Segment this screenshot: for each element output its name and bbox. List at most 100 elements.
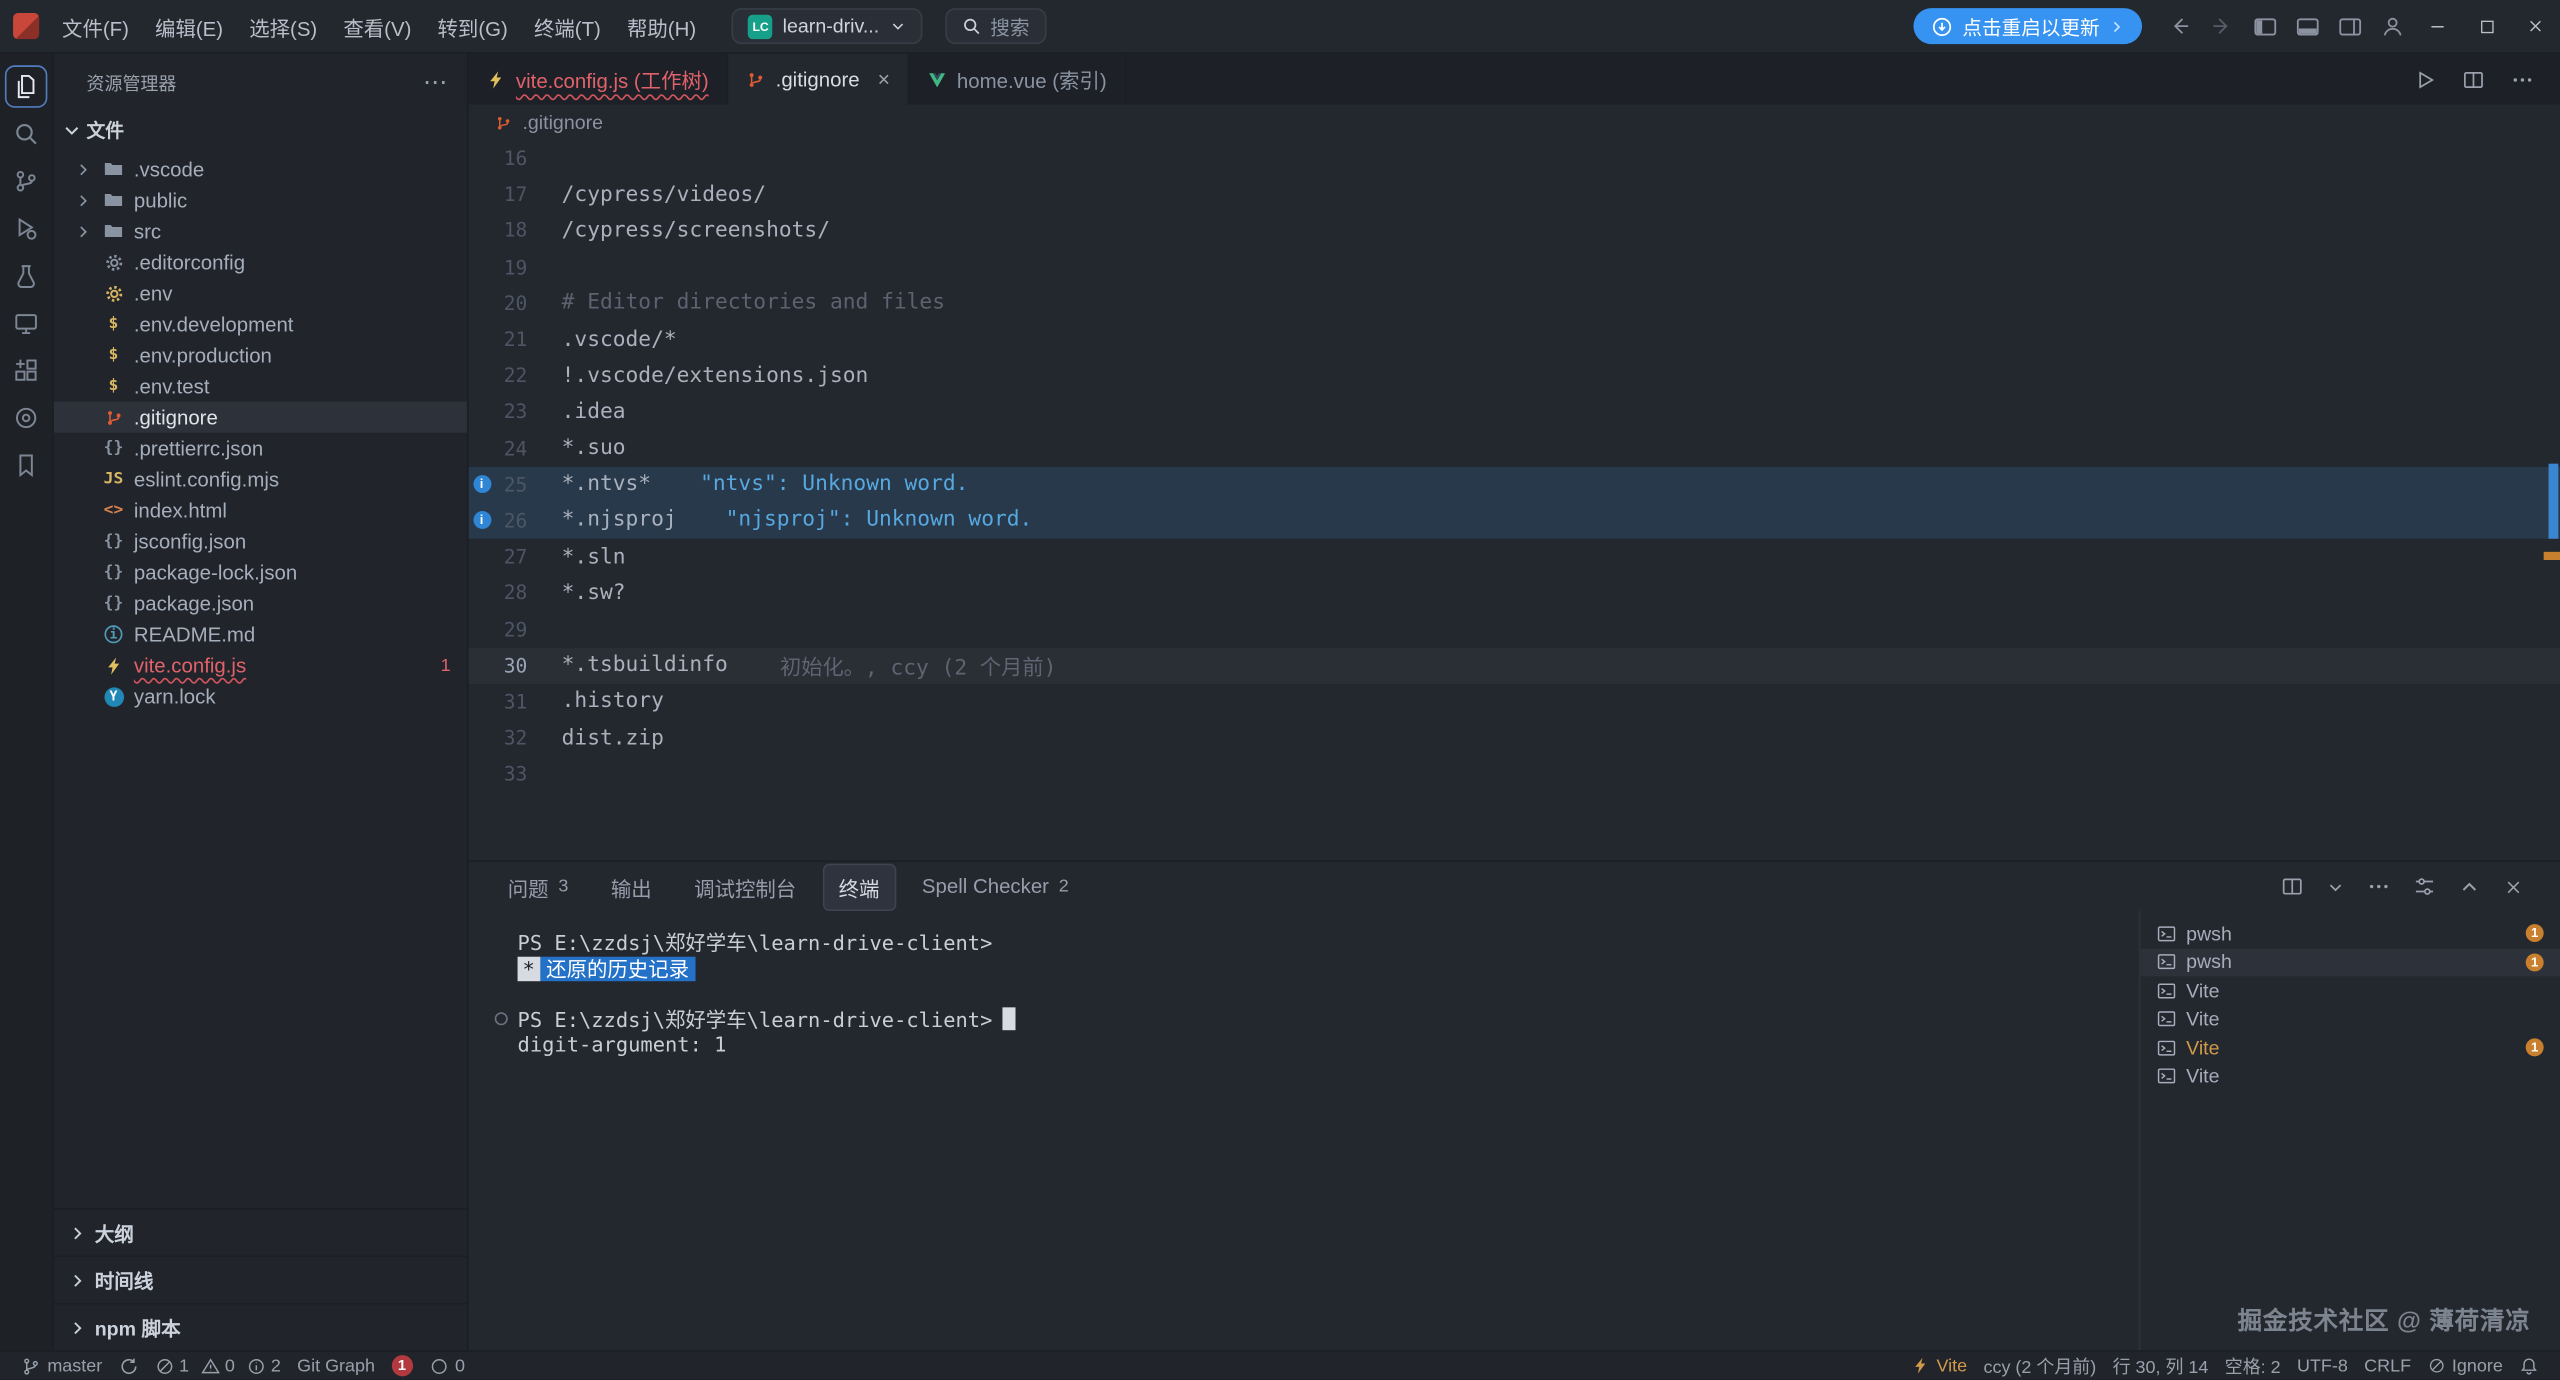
menu-view[interactable]: 查看(V): [330, 6, 424, 47]
tree-item-file-error[interactable]: vite.config.js1: [54, 650, 467, 681]
close-tab-icon[interactable]: ×: [878, 69, 890, 90]
more-actions-icon[interactable]: ⋯: [423, 74, 447, 90]
split-editor-icon[interactable]: [2462, 68, 2485, 91]
code-line[interactable]: 17/cypress/videos/: [469, 177, 2560, 213]
tree-item-file[interactable]: iREADME.md: [54, 619, 467, 650]
tab-gitignore[interactable]: .gitignore ×: [728, 54, 909, 105]
tree-item-file[interactable]: $.env.development: [54, 309, 467, 340]
maximize-button[interactable]: [2462, 0, 2511, 52]
command-center[interactable]: LC learn-driv...: [732, 8, 922, 44]
code-line[interactable]: 28*.sw?: [469, 575, 2560, 611]
encoding-status[interactable]: UTF-8: [2289, 1352, 2356, 1380]
blame-status[interactable]: ccy (2 个月前): [1975, 1352, 2104, 1380]
tab-spell-checker[interactable]: Spell Checker2: [906, 867, 1086, 906]
code-line[interactable]: 16: [469, 140, 2560, 176]
more-actions-icon[interactable]: [2511, 68, 2534, 91]
toggle-sidebar-icon[interactable]: [2243, 0, 2285, 52]
code-line[interactable]: 19: [469, 249, 2560, 285]
forward-button[interactable]: [2201, 0, 2243, 52]
menu-selection[interactable]: 选择(S): [236, 6, 330, 47]
terminal-content[interactable]: PS E:\zzdsj\郑好学车\learn-drive-client> *还原…: [469, 911, 2139, 1350]
toggle-secondary-sidebar-icon[interactable]: [2328, 0, 2370, 52]
filter-icon[interactable]: [2413, 875, 2436, 898]
split-terminal-icon[interactable]: [2281, 875, 2304, 898]
breadcrumb[interactable]: .gitignore: [469, 104, 2560, 140]
menu-goto[interactable]: 转到(G): [424, 6, 520, 47]
tab-terminal[interactable]: 终端: [822, 863, 895, 910]
terminal-list-item[interactable]: pwsh1: [2140, 919, 2560, 948]
code-line[interactable]: 32dist.zip: [469, 720, 2560, 756]
tree-item-file[interactable]: JSeslint.config.mjs: [54, 464, 467, 495]
restart-update-button[interactable]: 点击重启以更新: [1913, 8, 2142, 44]
code-line-spell-info[interactable]: i26*.njsproj"njsproj": Unknown word.: [469, 503, 2560, 539]
tree-item-file[interactable]: .env: [54, 278, 467, 309]
tab-output[interactable]: 输出: [595, 863, 668, 910]
menu-terminal[interactable]: 终端(T): [521, 6, 614, 47]
code-line-spell-info[interactable]: i25*.ntvs*"ntvs": Unknown word.: [469, 466, 2560, 502]
run-file-icon[interactable]: [2413, 68, 2436, 91]
terminal-list-item[interactable]: Vite: [2140, 1005, 2560, 1034]
timeline-section[interactable]: 时间线: [54, 1256, 467, 1303]
tab-vite-config[interactable]: vite.config.js (工作树): [469, 54, 729, 105]
code-line[interactable]: 22!.vscode/extensions.json: [469, 358, 2560, 394]
minimize-button[interactable]: [2413, 0, 2462, 52]
tab-home-vue[interactable]: home.vue (索引): [910, 54, 1127, 105]
code-line[interactable]: 23.idea: [469, 394, 2560, 430]
code-line[interactable]: 24*.suo: [469, 430, 2560, 466]
run-debug-icon[interactable]: [0, 204, 53, 251]
tree-item-file[interactable]: Yyarn.lock: [54, 681, 467, 712]
language-mode[interactable]: Ignore: [2419, 1352, 2511, 1380]
files-section-header[interactable]: 文件: [54, 111, 467, 150]
tree-item-file[interactable]: <>index.html: [54, 495, 467, 526]
menu-help[interactable]: 帮助(H): [614, 6, 709, 47]
command-decoration-icon[interactable]: [495, 1012, 508, 1025]
chevron-up-icon[interactable]: [2459, 876, 2480, 897]
terminal-list-item-selected[interactable]: pwsh1: [2140, 948, 2560, 977]
source-control-icon[interactable]: [0, 157, 53, 204]
chevron-down-icon[interactable]: [2327, 878, 2345, 896]
tab-debug-console[interactable]: 调试控制台: [678, 863, 813, 910]
tree-item-folder[interactable]: src: [54, 216, 467, 247]
remote-explorer-icon[interactable]: [0, 299, 53, 346]
toggle-panel-icon[interactable]: [2286, 0, 2328, 52]
vite-status[interactable]: Vite: [1904, 1352, 1975, 1380]
code-line[interactable]: 20# Editor directories and files: [469, 285, 2560, 321]
tree-item-file[interactable]: {}package.json: [54, 588, 467, 619]
explorer-icon[interactable]: [0, 62, 53, 109]
menu-file[interactable]: 文件(F): [49, 6, 142, 47]
more-actions-icon[interactable]: [2367, 875, 2390, 898]
tree-item-file[interactable]: {}package-lock.json: [54, 557, 467, 588]
account-icon[interactable]: [2371, 0, 2413, 52]
tree-item-file[interactable]: $.env.production: [54, 340, 467, 371]
tree-item-file[interactable]: {}jsconfig.json: [54, 526, 467, 557]
terminal-list-item[interactable]: Vite: [2140, 1062, 2560, 1091]
gitlens-icon[interactable]: [0, 393, 53, 440]
code-line[interactable]: 21.vscode/*: [469, 322, 2560, 358]
tree-item-folder[interactable]: public: [54, 184, 467, 215]
tree-item-file[interactable]: .editorconfig: [54, 247, 467, 278]
search-box[interactable]: 搜索: [945, 8, 1046, 44]
close-panel-icon[interactable]: [2503, 876, 2524, 897]
code-line[interactable]: 27*.sln: [469, 539, 2560, 575]
code-editor[interactable]: 16 17/cypress/videos/ 18/cypress/screens…: [469, 140, 2560, 860]
outline-section[interactable]: 大纲: [54, 1208, 467, 1255]
tree-item-file-selected[interactable]: .gitignore: [54, 402, 467, 433]
code-line[interactable]: 31.history: [469, 684, 2560, 720]
git-graph-button[interactable]: Git Graph: [289, 1352, 383, 1380]
branch-indicator[interactable]: master: [13, 1352, 110, 1380]
code-line[interactable]: 33: [469, 756, 2560, 792]
npm-scripts-section[interactable]: npm 脚本: [54, 1303, 467, 1350]
bookmarks-icon[interactable]: [0, 441, 53, 488]
terminal-list-item[interactable]: Vite1: [2140, 1033, 2560, 1062]
error-lens-badge[interactable]: 1: [383, 1352, 421, 1380]
problems-indicator[interactable]: 1 0 2: [146, 1352, 289, 1380]
cursor-position[interactable]: 行 30, 列 14: [2104, 1352, 2216, 1380]
tree-item-file[interactable]: $.env.test: [54, 371, 467, 402]
code-line[interactable]: 29: [469, 611, 2560, 647]
code-line-current[interactable]: 30*.tsbuildinfo初始化。, ccy (2 个月前): [469, 648, 2560, 684]
eol-status[interactable]: CRLF: [2356, 1352, 2419, 1380]
menu-edit[interactable]: 编辑(E): [142, 6, 236, 47]
tree-item-file[interactable]: {}.prettierrc.json: [54, 433, 467, 464]
terminal-list-item[interactable]: Vite: [2140, 976, 2560, 1005]
notifications-bell[interactable]: [2511, 1352, 2547, 1380]
